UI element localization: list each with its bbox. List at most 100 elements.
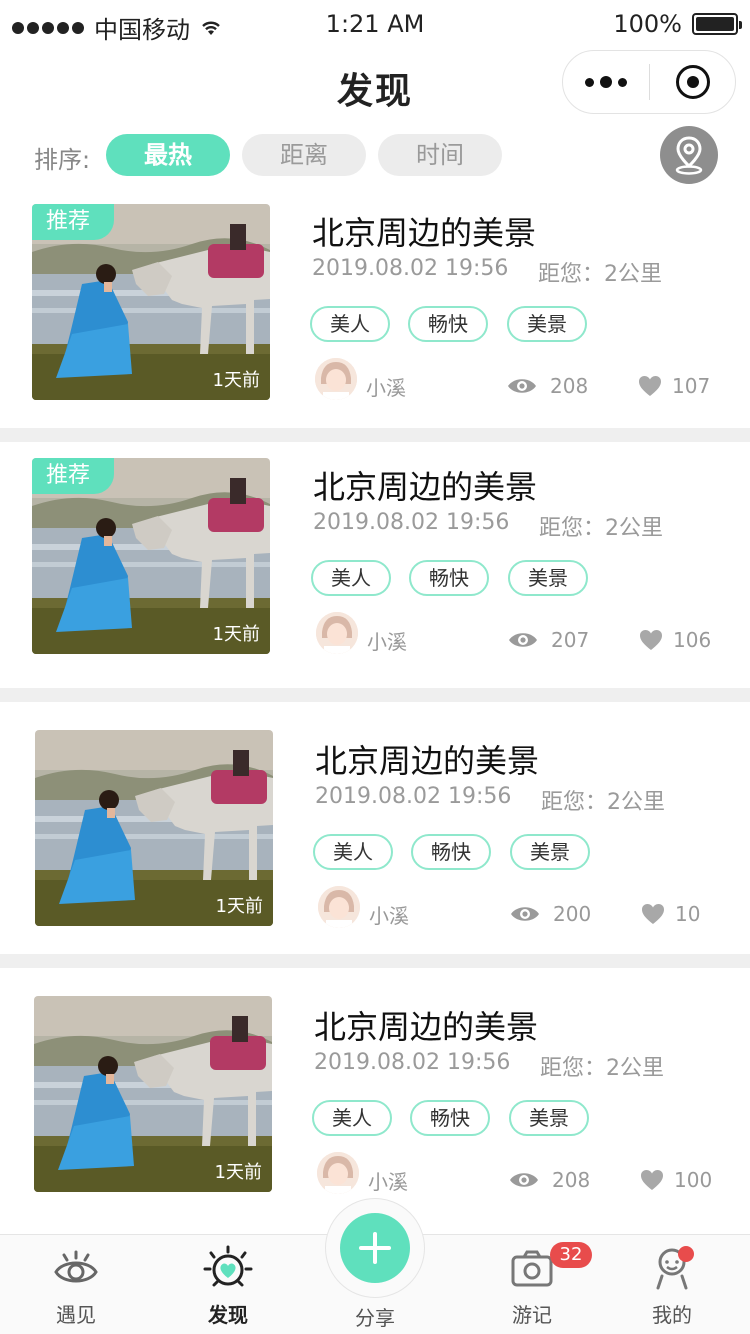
avatar[interactable] <box>317 1152 359 1194</box>
post-distance: 距您：2公里 <box>541 790 665 815</box>
tab-discover[interactable]: 发现 <box>168 1245 288 1328</box>
eye-icon <box>54 1250 98 1283</box>
post-card[interactable]: 推荐 1天前 北京周边的美景 2019.08.02 19:56 距您：2公里 美… <box>0 444 750 684</box>
view-count: 207 <box>507 628 589 652</box>
avatar[interactable] <box>316 612 358 654</box>
share-label: 分享 <box>355 1306 395 1330</box>
post-tag[interactable]: 畅快 <box>410 1100 490 1136</box>
heart-icon <box>642 904 664 924</box>
post-title: 北京周边的美景 <box>315 742 540 780</box>
eye-icon <box>511 907 539 921</box>
avatar[interactable] <box>315 358 357 400</box>
location-button[interactable] <box>660 126 718 184</box>
sort-option-time[interactable]: 时间 <box>378 134 502 176</box>
post-tag[interactable]: 美人 <box>310 306 390 342</box>
post-datetime: 2019.08.02 19:56 <box>314 1050 511 1075</box>
like-count[interactable]: 107 <box>638 374 710 398</box>
post-title: 北京周边的美景 <box>312 214 537 252</box>
like-count[interactable]: 100 <box>640 1168 712 1192</box>
sort-bar: 排序: 最热 距离 时间 <box>0 122 750 188</box>
post-datetime: 2019.08.02 19:56 <box>313 510 510 535</box>
section-divider <box>0 954 750 968</box>
post-author: 小溪 <box>368 1170 408 1194</box>
post-tag[interactable]: 美景 <box>510 834 590 870</box>
tab-mine[interactable]: 我的 <box>612 1245 732 1328</box>
travelogue-badge: 32 <box>550 1242 592 1268</box>
section-divider <box>0 688 750 702</box>
post-distance: 距您：2公里 <box>538 262 662 287</box>
tab-label: 遇见 <box>56 1303 96 1327</box>
view-count-value: 208 <box>552 1168 591 1192</box>
sort-option-distance[interactable]: 距离 <box>242 134 366 176</box>
post-tag[interactable]: 畅快 <box>411 834 491 870</box>
like-count[interactable]: 10 <box>641 902 700 926</box>
location-pin-icon <box>675 136 703 175</box>
heart-icon <box>640 630 662 650</box>
post-time-ago: 1天前 <box>214 1162 262 1183</box>
post-tag[interactable]: 畅快 <box>408 306 488 342</box>
view-count: 208 <box>506 374 588 398</box>
post-card[interactable]: 1天前 北京周边的美景 2019.08.02 19:56 距您：2公里 美人 畅… <box>0 976 750 1216</box>
post-tag[interactable]: 美景 <box>508 560 588 596</box>
post-author: 小溪 <box>369 904 409 928</box>
nav-bar: 发现 <box>0 50 750 120</box>
post-title: 北京周边的美景 <box>314 1008 539 1046</box>
view-count-value: 200 <box>553 902 592 926</box>
more-button[interactable] <box>563 51 649 113</box>
recommended-badge: 推荐 <box>32 458 114 494</box>
post-author: 小溪 <box>366 376 406 400</box>
tab-label: 游记 <box>512 1303 552 1327</box>
tab-label: 发现 <box>208 1303 248 1327</box>
post-tag[interactable]: 美人 <box>312 1100 392 1136</box>
mini-program-capsule <box>562 50 736 114</box>
post-datetime: 2019.08.02 19:56 <box>315 784 512 809</box>
post-tag[interactable]: 美景 <box>507 306 587 342</box>
post-tag[interactable]: 畅快 <box>409 560 489 596</box>
plus-icon <box>340 1213 410 1283</box>
heart-icon <box>639 376 661 396</box>
tab-label: 我的 <box>652 1303 692 1327</box>
like-count-value: 106 <box>673 628 712 652</box>
status-bar: 中国移动 1:21 AM 100% <box>0 0 750 50</box>
tab-encounter[interactable]: 遇见 <box>16 1245 136 1328</box>
sort-option-hot[interactable]: 最热 <box>106 134 230 176</box>
eye-icon <box>508 379 536 393</box>
post-tag[interactable]: 美人 <box>313 834 393 870</box>
section-divider <box>0 428 750 442</box>
post-distance: 距您：2公里 <box>540 1056 664 1081</box>
sort-label: 排序: <box>34 146 91 174</box>
post-thumbnail[interactable]: 推荐 1天前 <box>32 458 270 654</box>
eye-icon <box>509 633 537 647</box>
post-tag[interactable]: 美人 <box>311 560 391 596</box>
post-time-ago: 1天前 <box>212 624 260 645</box>
post-author: 小溪 <box>367 630 407 654</box>
view-count-value: 208 <box>550 374 589 398</box>
post-title: 北京周边的美景 <box>313 468 538 506</box>
close-button[interactable] <box>650 51 735 113</box>
post-distance: 距您：2公里 <box>539 516 663 541</box>
status-right: 100% <box>613 10 742 38</box>
avatar[interactable] <box>318 886 360 928</box>
like-count[interactable]: 106 <box>639 628 711 652</box>
camera-icon <box>511 1250 553 1287</box>
view-count: 200 <box>509 902 591 926</box>
battery-percent: 100% <box>613 10 682 38</box>
share-button[interactable] <box>325 1198 425 1298</box>
heart-sun-icon <box>203 1245 253 1287</box>
like-count-value: 10 <box>675 902 701 926</box>
like-count-value: 107 <box>672 374 711 398</box>
view-count-value: 207 <box>551 628 590 652</box>
post-datetime: 2019.08.02 19:56 <box>312 256 509 281</box>
post-card[interactable]: 1天前 北京周边的美景 2019.08.02 19:56 距您：2公里 美人 畅… <box>0 710 750 950</box>
post-thumbnail[interactable]: 1天前 <box>35 730 273 926</box>
view-count: 208 <box>508 1168 590 1192</box>
like-count-value: 100 <box>674 1168 713 1192</box>
post-thumbnail[interactable]: 1天前 <box>34 996 272 1192</box>
post-thumbnail[interactable]: 推荐 1天前 <box>32 204 270 400</box>
target-icon <box>675 65 710 99</box>
post-time-ago: 1天前 <box>215 896 263 917</box>
heart-icon <box>641 1170 663 1190</box>
post-tag[interactable]: 美景 <box>509 1100 589 1136</box>
post-time-ago: 1天前 <box>212 370 260 391</box>
post-card[interactable]: 推荐 1天前 北京周边的美景 2019.08.02 19:56 距您：2公里 美… <box>0 190 750 430</box>
